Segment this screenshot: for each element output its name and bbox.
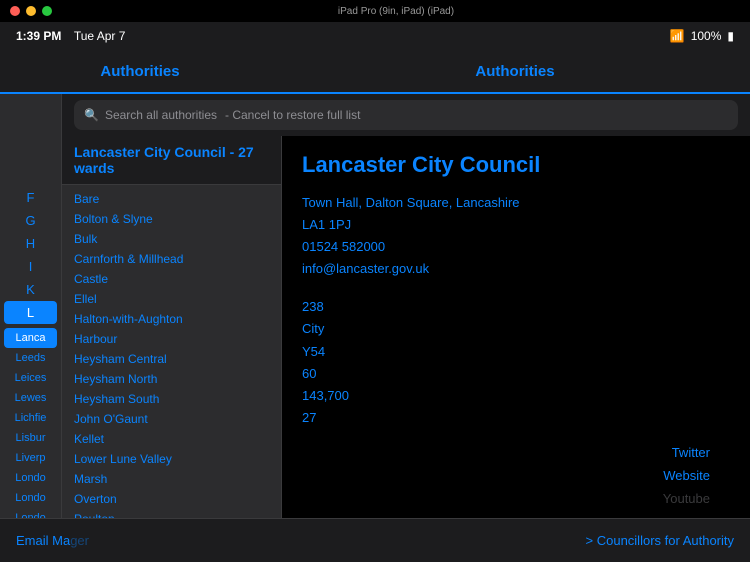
search-icon: 🔍: [84, 108, 99, 122]
battery-text: 100%: [691, 29, 722, 43]
alpha-f[interactable]: F: [0, 186, 61, 209]
ward-item[interactable]: Heysham North: [62, 369, 281, 389]
alpha-h[interactable]: H: [0, 232, 61, 255]
detail-field2: City: [302, 318, 730, 340]
ward-item[interactable]: Castle: [62, 269, 281, 289]
toolbar-email[interactable]: Email Mager: [16, 533, 89, 548]
ward-item[interactable]: Heysham Central: [62, 349, 281, 369]
detail-phone: 01524 582000: [302, 236, 730, 258]
search-placeholder-text: Search all authorities: [105, 108, 217, 122]
ward-item[interactable]: Marsh: [62, 469, 281, 489]
ward-item[interactable]: Bolton & Slyne: [62, 209, 281, 229]
ward-item[interactable]: Overton: [62, 489, 281, 509]
detail-info: Town Hall, Dalton Square, Lancashire LA1…: [302, 192, 730, 429]
search-area: 🔍 Search all authorities - Cancel to res…: [62, 94, 750, 136]
ward-item[interactable]: Poulton: [62, 509, 281, 518]
council-panel: Lancaster City Council - 27 wards BareBo…: [62, 136, 282, 518]
detail-field5: 143,700: [302, 385, 730, 407]
status-bar: 1:39 PM Tue Apr 7 📶 100% ▮: [0, 22, 750, 50]
nav-item-leeds[interactable]: Leeds: [0, 348, 61, 368]
status-time: 1:39 PM: [16, 29, 61, 43]
nav-item-lisbur[interactable]: Lisbur: [0, 428, 61, 448]
minimize-button[interactable]: [26, 6, 36, 16]
ward-item[interactable]: Kellet: [62, 429, 281, 449]
search-sidebar-spacer: [0, 94, 62, 136]
ward-item[interactable]: Heysham South: [62, 389, 281, 409]
toolbar-email-cont: ger: [70, 533, 89, 548]
ward-item[interactable]: Bare: [62, 189, 281, 209]
nav-item-londo1[interactable]: Londo: [0, 468, 61, 488]
ipad-frame: 1:39 PM Tue Apr 7 📶 100% ▮ Authorities A…: [0, 22, 750, 562]
ward-item[interactable]: Lower Lune Valley: [62, 449, 281, 469]
ward-item[interactable]: Bulk: [62, 229, 281, 249]
alpha-g[interactable]: G: [0, 209, 61, 232]
tab-right[interactable]: Authorities: [280, 50, 750, 94]
window-title: iPad Pro (9in, iPad) (iPad): [338, 6, 454, 17]
council-header: Lancaster City Council - 27 wards: [62, 136, 281, 185]
ward-item[interactable]: Carnforth & Millhead: [62, 249, 281, 269]
left-sidebar: F G H I K L Lanca Leeds Leices Lewes Lic…: [0, 136, 62, 518]
alpha-l[interactable]: L: [4, 301, 57, 324]
tab-right-label: Authorities: [475, 63, 554, 80]
wifi-icon: 📶: [670, 29, 685, 43]
tab-left-label: Authorities: [100, 63, 179, 80]
nav-item-londo2[interactable]: Londo: [0, 488, 61, 508]
ward-item[interactable]: Harbour: [62, 329, 281, 349]
ward-item[interactable]: Ellel: [62, 289, 281, 309]
nav-item-londo3[interactable]: Londo: [0, 508, 61, 518]
bottom-toolbar: Email Mager > Councillors for Authority: [0, 518, 750, 562]
social-links: Twitter Website Youtube: [302, 445, 730, 506]
nav-item-lewes[interactable]: Lewes: [0, 388, 61, 408]
tab-left[interactable]: Authorities: [0, 50, 280, 94]
detail-field4: 60: [302, 363, 730, 385]
detail-view: Lancaster City Council Town Hall, Dalton…: [282, 136, 750, 518]
maximize-button[interactable]: [42, 6, 52, 16]
detail-field1: 238: [302, 296, 730, 318]
search-row: 🔍 Search all authorities - Cancel to res…: [0, 94, 750, 136]
search-cancel-text: - Cancel to restore full list: [225, 108, 360, 122]
status-time-date: 1:39 PM Tue Apr 7: [16, 27, 125, 45]
nav-item-lichfie[interactable]: Lichfie: [0, 408, 61, 428]
alpha-k[interactable]: K: [0, 278, 61, 301]
nav-item-liverp[interactable]: Liverp: [0, 448, 61, 468]
status-date: Tue Apr 7: [74, 29, 126, 43]
alpha-i[interactable]: I: [0, 255, 61, 278]
nav-item-leices[interactable]: Leices: [0, 368, 61, 388]
content-columns: F G H I K L Lanca Leeds Leices Lewes Lic…: [0, 136, 750, 518]
twitter-link[interactable]: Twitter: [302, 445, 730, 460]
detail-email: info@lancaster.gov.uk: [302, 258, 730, 280]
website-link[interactable]: Website: [302, 468, 730, 483]
nav-item-lanca[interactable]: Lanca: [4, 328, 57, 348]
ward-item[interactable]: Halton-with-Aughton: [62, 309, 281, 329]
toolbar-councillors[interactable]: > Councillors for Authority: [586, 533, 734, 548]
council-title: Lancaster City Council - 27 wards: [74, 144, 269, 176]
close-button[interactable]: [10, 6, 20, 16]
ward-item[interactable]: John O'Gaunt: [62, 409, 281, 429]
detail-title: Lancaster City Council: [302, 152, 730, 178]
os-bar: iPad Pro (9in, iPad) (iPad): [0, 0, 750, 22]
search-bar[interactable]: 🔍 Search all authorities - Cancel to res…: [74, 100, 738, 130]
detail-address1: Town Hall, Dalton Square, Lancashire: [302, 192, 730, 214]
youtube-link[interactable]: Youtube: [302, 491, 730, 506]
detail-field6: 27: [302, 407, 730, 429]
detail-field3: Y54: [302, 341, 730, 363]
wards-list[interactable]: BareBolton & SlyneBulkCarnforth & Millhe…: [62, 185, 281, 518]
battery-icon: ▮: [727, 29, 734, 43]
traffic-lights: [10, 6, 52, 16]
status-icons: 📶 100% ▮: [670, 29, 734, 43]
detail-postcode: LA1 1PJ: [302, 214, 730, 236]
tab-bar: Authorities Authorities: [0, 50, 750, 94]
